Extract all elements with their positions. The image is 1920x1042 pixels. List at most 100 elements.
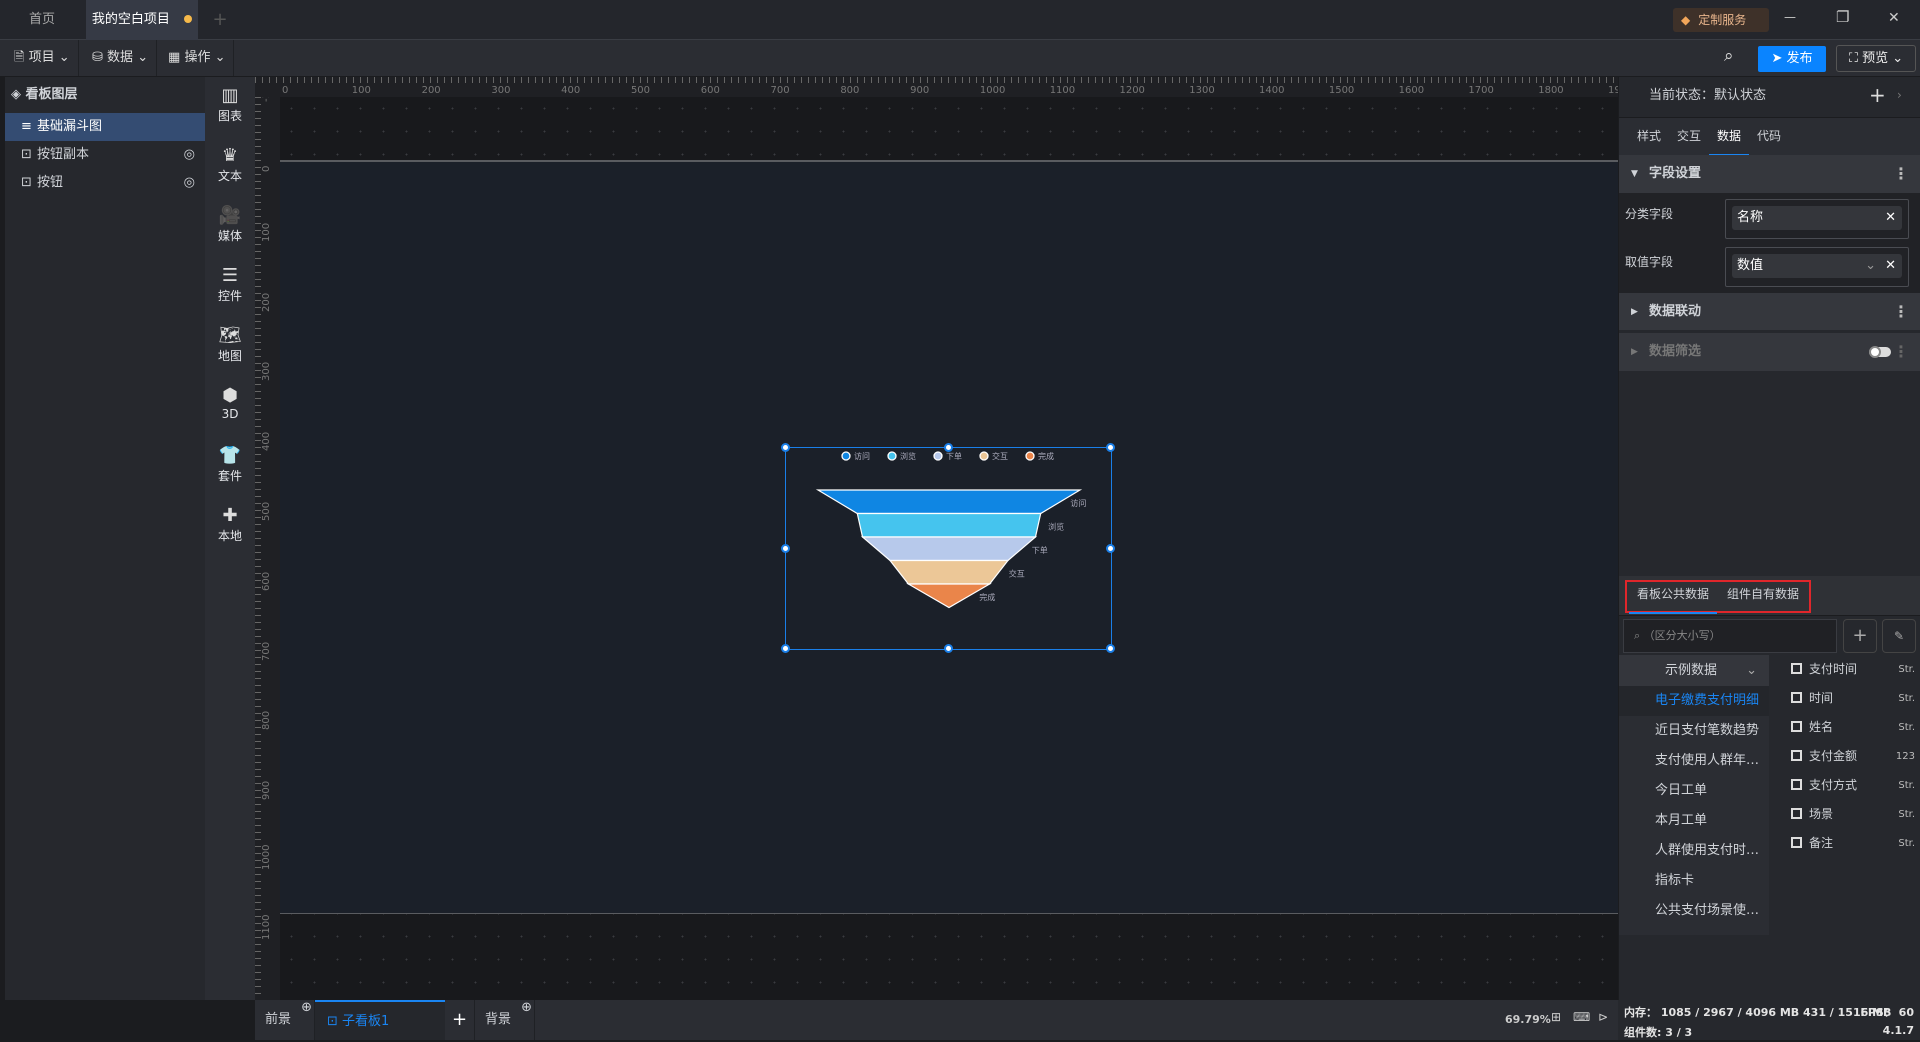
data-menu[interactable]: ⛁ 数据 ⌄ (84, 40, 158, 76)
funnel-segment[interactable] (888, 559, 1010, 585)
funnel-segment[interactable] (856, 512, 1042, 538)
checkbox[interactable] (1791, 808, 1802, 819)
resize-handle[interactable] (1106, 443, 1115, 452)
add-dataset-button[interactable]: + (1843, 619, 1877, 653)
resize-handle[interactable] (781, 543, 790, 553)
legend-marker[interactable] (841, 451, 851, 461)
clear-icon[interactable]: ✕ (1885, 206, 1896, 230)
tab-0[interactable]: 样式 (1629, 118, 1669, 156)
legend-label[interactable]: 交互 (992, 451, 1008, 461)
add-circle-icon[interactable]: ⊕ (301, 988, 312, 1028)
board-tab-sub1[interactable]: ⊡ 子看板1 (315, 1000, 445, 1040)
field-item[interactable]: 支付方式 Str. (1791, 771, 1920, 800)
resize-handle[interactable] (943, 644, 953, 653)
fit-screen-icon[interactable]: ⊞ (1551, 1010, 1561, 1024)
terminal-icon[interactable]: ⊳ (1598, 1010, 1608, 1024)
keyboard-icon[interactable]: ⌨ (1573, 1010, 1590, 1024)
field-item[interactable]: 姓名 Str. (1791, 713, 1920, 742)
clear-icon[interactable]: ✕ (1885, 254, 1896, 278)
tool-7[interactable]: ✚ 本地 (205, 505, 255, 544)
minimize-button[interactable]: — (1784, 10, 1796, 24)
new-tab-button[interactable]: + (205, 0, 235, 40)
funnel-chart-component[interactable]: 访问 访问 浏览 浏览 下单 下单 交互 交互 完成 完成 (781, 443, 1115, 653)
legend-label[interactable]: 下单 (946, 451, 962, 461)
resize-handle[interactable] (781, 644, 790, 653)
chevron-right-icon[interactable]: › (1897, 88, 1902, 102)
tab-1[interactable]: 交互 (1669, 118, 1709, 156)
custom-service-button[interactable]: ◆ 定制服务 (1673, 8, 1769, 32)
tool-4[interactable]: 🗺 地图 (205, 325, 255, 364)
funnel-segment[interactable] (860, 536, 1038, 562)
add-state-button[interactable]: + (1869, 83, 1886, 107)
tool-1[interactable]: ♛ 文本 (205, 145, 255, 184)
segment-label: 访问 (1070, 498, 1086, 508)
checkbox[interactable] (1791, 721, 1802, 732)
publish-button[interactable]: ➤ 发布 (1758, 46, 1826, 72)
eye-hidden-icon[interactable]: ◎ (184, 169, 195, 197)
more-icon[interactable]: ⋮ (1893, 155, 1909, 193)
filter-toggle[interactable] (1869, 346, 1891, 358)
funnel-segment[interactable] (906, 583, 992, 609)
foreground-tab[interactable]: 前景 ⊕ (255, 1000, 315, 1040)
zoom-level[interactable]: 69.79% (1505, 1013, 1551, 1026)
funnel-segment[interactable] (815, 489, 1083, 515)
eye-hidden-icon[interactable]: ◎ (184, 141, 195, 169)
checkbox[interactable] (1791, 692, 1802, 703)
tool-label: 图表 (217, 109, 242, 123)
tool-5[interactable]: ⬢ 3D (205, 385, 255, 421)
tool-2[interactable]: 🎥 媒体 (205, 205, 255, 244)
project-menu[interactable]: 🗎 项目 ⌄ (6, 40, 79, 76)
restore-button[interactable]: ❐ (1836, 8, 1849, 26)
close-button[interactable]: ✕ (1888, 10, 1900, 26)
checkbox[interactable] (1791, 750, 1802, 761)
tab-board-public-data[interactable]: 看板公共数据 (1629, 576, 1717, 614)
value-field-select[interactable]: 数值 ⌄ ✕ (1725, 247, 1909, 287)
tab-home[interactable]: 首页 (0, 0, 84, 40)
legend-label[interactable]: 浏览 (900, 451, 916, 461)
category-field-select[interactable]: 名称 ✕ (1725, 199, 1909, 239)
tab-2[interactable]: 数据 (1709, 118, 1749, 156)
layer-item-funnel[interactable]: ≡ 基础漏斗图 (5, 113, 205, 141)
tab-3[interactable]: 代码 (1749, 118, 1789, 156)
add-board-button[interactable]: + (445, 1000, 475, 1040)
dataset-search-input[interactable]: ⌕ （区分大小写） (1623, 619, 1837, 653)
resize-handle[interactable] (781, 443, 790, 452)
data-filter-header[interactable]: ▶ 数据筛选 ⋮ (1619, 333, 1920, 371)
legend-marker[interactable] (887, 451, 897, 461)
tool-3[interactable]: ☰ 控件 (205, 265, 255, 304)
ruler-label: 700 (261, 641, 272, 661)
tool-0[interactable]: ▥ 图表 (205, 85, 255, 124)
more-icon[interactable]: ⋮ (1893, 293, 1909, 331)
legend-label[interactable]: 完成 (1038, 451, 1054, 461)
tool-6[interactable]: 👕 套件 (205, 445, 255, 484)
checkbox[interactable] (1791, 837, 1802, 848)
field-item[interactable]: 时间 Str. (1791, 684, 1920, 713)
edit-icon[interactable]: ✎ (1882, 619, 1916, 653)
resize-handle[interactable] (1106, 644, 1115, 653)
search-icon[interactable]: ⌕ (1724, 46, 1734, 66)
legend-marker[interactable] (933, 451, 943, 461)
checkbox[interactable] (1791, 663, 1802, 674)
tab-component-own-data[interactable]: 组件自有数据 (1719, 576, 1807, 614)
data-link-header[interactable]: ▶ 数据联动 ⋮ (1619, 293, 1920, 331)
tab-project[interactable]: 我的空白项目 (86, 0, 198, 40)
preview-button[interactable]: ⛶ 预览 ⌄ (1836, 45, 1916, 72)
field-item[interactable]: 支付金额 123 (1791, 742, 1920, 771)
field-item[interactable]: 备注 Str. (1791, 829, 1920, 858)
field-item[interactable]: 场景 Str. (1791, 800, 1920, 829)
more-icon[interactable]: ⋮ (1893, 333, 1909, 371)
checkbox[interactable] (1791, 779, 1802, 790)
legend-label[interactable]: 访问 (854, 451, 870, 461)
layer-item-button-copy[interactable]: ⊡ 按钮副本 ◎ (5, 141, 205, 169)
field-name: 姓名 (1809, 720, 1834, 734)
background-tab[interactable]: 背景 ⊕ (475, 1000, 535, 1040)
layer-item-button[interactable]: ⊡ 按钮 ◎ (5, 169, 205, 197)
legend-marker[interactable] (979, 451, 989, 461)
field-settings-header[interactable]: ▼ 字段设置 ⋮ (1619, 155, 1920, 193)
legend-marker[interactable] (1025, 451, 1035, 461)
operate-menu[interactable]: ▦ 操作 ⌄ (160, 40, 235, 76)
add-circle-icon[interactable]: ⊕ (521, 988, 532, 1028)
field-item[interactable]: 支付时间 Str. (1791, 655, 1920, 684)
resize-handle[interactable] (943, 443, 953, 452)
resize-handle[interactable] (1106, 543, 1115, 553)
